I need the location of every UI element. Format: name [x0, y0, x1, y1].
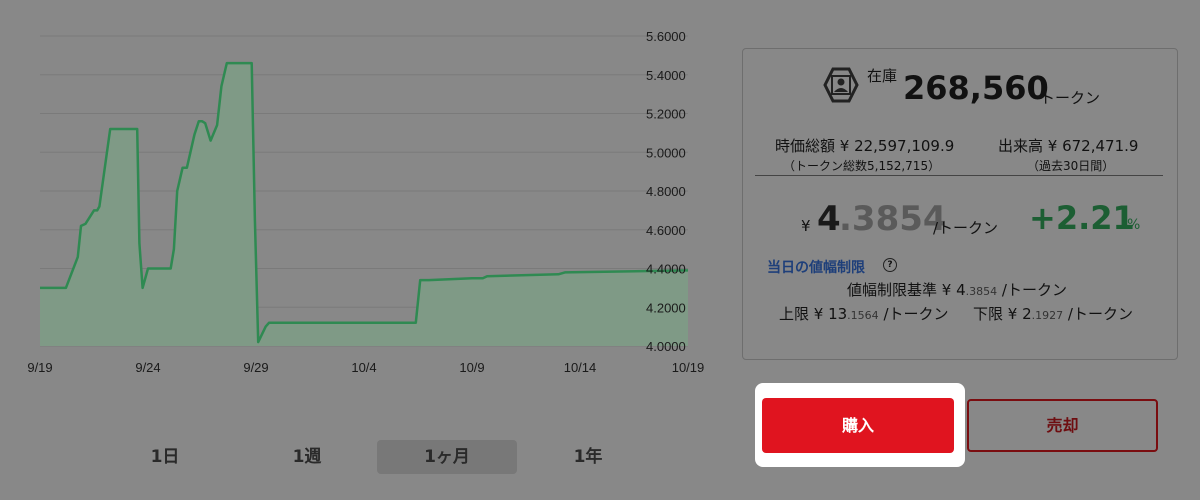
volume-sub: （過去30日間）	[1027, 159, 1115, 173]
x-tick-label: 10/19	[672, 360, 705, 375]
limit-lower-unit: /トークン	[1067, 305, 1133, 323]
price-change: +2.21	[1029, 199, 1135, 237]
period-tabs: 1日 1週 1ヶ月 1年	[0, 440, 720, 474]
inventory-icon	[823, 67, 859, 103]
price-limit-title[interactable]: 当日の値幅制限	[767, 257, 865, 277]
stock-label: 在庫	[867, 67, 898, 85]
limit-base-unit: /トークン	[1001, 281, 1067, 299]
y-tick-label: 5.2000	[646, 107, 686, 122]
tab-1-year[interactable]: 1年	[518, 440, 658, 474]
limit-base-label: 値幅制限基準 ¥ 4	[847, 281, 966, 299]
panel-divider	[755, 175, 1163, 176]
price-integer: 4	[817, 199, 841, 239]
x-tick-label: 10/14	[564, 360, 597, 375]
x-tick-label: 10/9	[459, 360, 484, 375]
stock-unit: トークン	[1040, 89, 1101, 107]
y-tick-label: 5.6000	[646, 29, 686, 44]
market-cap: 時価総額 ¥ 22,597,109.9	[775, 137, 955, 155]
price-area	[40, 63, 688, 346]
tab-1-week[interactable]: 1週	[237, 440, 377, 474]
info-panel: 在庫 268,560 トークン 時価総額 ¥ 22,597,109.9 （トーク…	[742, 48, 1178, 360]
y-tick-label: 4.2000	[646, 300, 686, 315]
tab-1-day[interactable]: 1日	[95, 440, 235, 474]
limit-lower: 下限 ¥ 2.1927 /トークン	[973, 303, 1133, 324]
x-tick-label: 9/19	[27, 360, 52, 375]
stock-value: 268,560	[903, 69, 1049, 107]
price-chart: 4.0000 4.2000 4.4000 4.6000 4.8000 5.0000 5.20…	[27, 29, 704, 375]
y-tick-label: 4.4000	[646, 262, 686, 277]
y-axis-ticks: 4.0000 4.2000 4.4000 4.6000 4.8000 5.0000 5.20…	[646, 29, 686, 354]
x-axis-ticks: 9/19 9/24 9/29 10/4 10/9 10/14 10/19	[27, 360, 704, 375]
y-tick-label: 4.8000	[646, 184, 686, 199]
buy-button[interactable]: 購入	[762, 398, 954, 453]
limit-upper-decimal: .1564	[847, 309, 879, 322]
x-tick-label: 9/29	[243, 360, 268, 375]
market-cap-sub: （トークン総数5,152,715）	[783, 159, 941, 173]
y-tick-label: 4.0000	[646, 339, 686, 354]
help-icon[interactable]: ?	[883, 258, 897, 272]
limit-lower-label: 下限 ¥ 2	[973, 305, 1032, 323]
limit-base-decimal: .3854	[965, 285, 998, 298]
price-currency: ¥	[801, 217, 811, 235]
volume: 出来高 ¥ 672,471.9	[998, 137, 1139, 155]
tab-1-month[interactable]: 1ヶ月	[377, 440, 517, 474]
limit-base: 値幅制限基準 ¥ 4.3854 /トークン	[847, 279, 1067, 300]
y-tick-label: 5.0000	[646, 145, 686, 160]
y-tick-label: 4.6000	[646, 223, 686, 238]
x-tick-label: 10/4	[351, 360, 376, 375]
limit-upper-label: 上限 ¥ 13	[779, 305, 848, 323]
y-tick-label: 5.4000	[646, 68, 686, 83]
x-tick-label: 9/24	[135, 360, 160, 375]
price-change-percent: %	[1127, 217, 1141, 233]
limit-upper-unit: /トークン	[883, 305, 949, 323]
price-unit: /トークン	[933, 219, 999, 237]
sell-button[interactable]: 売却	[967, 399, 1158, 452]
limit-lower-decimal: .1927	[1031, 309, 1064, 322]
price-decimal: .3854	[839, 199, 947, 239]
limit-upper: 上限 ¥ 13.1564 /トークン	[779, 303, 949, 324]
